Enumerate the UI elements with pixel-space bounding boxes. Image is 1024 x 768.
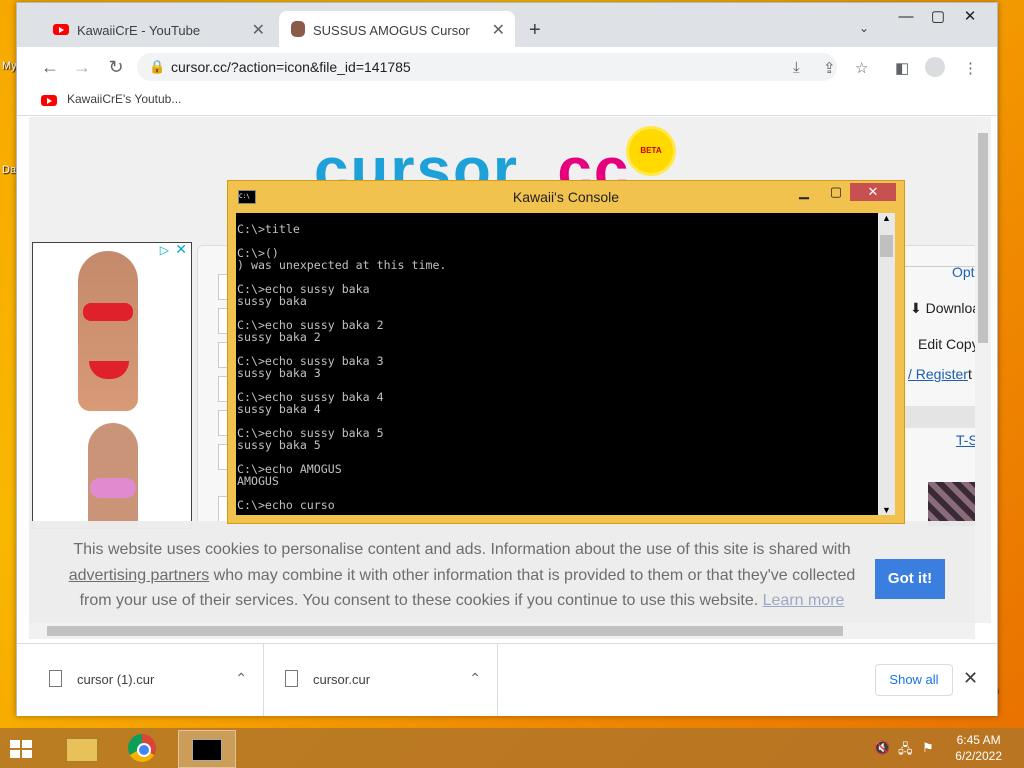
file-icon bbox=[49, 670, 62, 687]
download-item[interactable]: cursor.cur ⌃ bbox=[265, 644, 498, 716]
scroll-thumb[interactable] bbox=[47, 626, 843, 636]
tab-title: KawaiiCrE - YouTube bbox=[77, 23, 201, 38]
clock-date: 6/2/2022 bbox=[955, 749, 1002, 763]
minimize-button[interactable]: — bbox=[889, 3, 923, 31]
download-link[interactable]: ⬇ Downloa bbox=[910, 300, 975, 317]
download-icon[interactable]: ⤓ bbox=[793, 59, 800, 76]
register-link[interactable]: / Register bbox=[908, 366, 968, 382]
console-scrollbar[interactable]: ▲ ▼ bbox=[878, 213, 895, 515]
tshirt-link[interactable]: T-S bbox=[956, 432, 975, 448]
command-prompt-taskbar-icon[interactable] bbox=[178, 730, 236, 768]
downloads-bar: cursor (1).cur ⌃ cursor.cur ⌃ Show all ✕ bbox=[17, 643, 997, 716]
tab-strip: KawaiiCrE - YouTube ✕ SUSSUS AMOGUS Curs… bbox=[17, 3, 997, 47]
advertising-partners-link[interactable]: advertising partners bbox=[69, 567, 210, 584]
bookmark-star-icon[interactable]: ☆ bbox=[855, 59, 868, 77]
tab-title: SUSSUS AMOGUS Cursor bbox=[313, 23, 470, 38]
ad-product-image bbox=[83, 303, 133, 321]
console-titlebar[interactable]: C:\ Kawaii's Console ▁ ▢ ✕ bbox=[228, 181, 904, 211]
scroll-up-icon[interactable]: ▲ bbox=[882, 213, 891, 223]
scroll-down-icon[interactable]: ▼ bbox=[882, 505, 891, 515]
maximize-button[interactable]: ▢ bbox=[921, 3, 955, 31]
tab-youtube[interactable]: KawaiiCrE - YouTube ✕ bbox=[39, 11, 275, 47]
download-filename: cursor (1).cur bbox=[77, 672, 155, 687]
chevron-up-icon[interactable]: ⌃ bbox=[469, 670, 481, 687]
advertisement[interactable]: ▷ ✕ bbox=[32, 241, 192, 529]
cookie-banner: This website uses cookies to personalise… bbox=[29, 521, 975, 623]
action-center-icon[interactable]: ⚑ bbox=[922, 740, 934, 756]
console-window: C:\ Kawaii's Console ▁ ▢ ✕ C:\>title C:\… bbox=[227, 180, 905, 524]
browser-toolbar: ← → ↻ 🔒 cursor.cc/?action=icon&file_id=1… bbox=[17, 47, 997, 87]
show-all-button[interactable]: Show all bbox=[875, 664, 953, 696]
lock-icon[interactable]: 🔒 bbox=[149, 59, 165, 75]
console-output[interactable]: C:\>title C:\>() ) was unexpected at thi… bbox=[236, 213, 878, 515]
chevron-up-icon[interactable]: ⌃ bbox=[235, 670, 247, 687]
beta-badge: BETA bbox=[629, 129, 673, 173]
bookmark-item[interactable]: KawaiiCrE's Youtub... bbox=[67, 92, 181, 106]
url-text: cursor.cc/?action=icon&file_id=141785 bbox=[171, 59, 411, 75]
close-tab-icon[interactable]: ✕ bbox=[492, 20, 505, 40]
site-favicon-icon bbox=[291, 21, 305, 37]
adchoices-icon[interactable]: ▷ bbox=[160, 243, 169, 257]
horizontal-scrollbar[interactable] bbox=[29, 623, 975, 639]
cookie-text: This website uses cookies to personalise… bbox=[73, 541, 851, 558]
console-minimize-button[interactable]: ▁ bbox=[790, 183, 818, 201]
file-icon bbox=[285, 670, 298, 687]
clock-time: 6:45 AM bbox=[956, 733, 1001, 747]
console-close-button[interactable]: ✕ bbox=[850, 183, 896, 201]
download-filename: cursor.cur bbox=[313, 672, 371, 687]
forward-button[interactable]: → bbox=[69, 55, 95, 79]
register-trailing-text: t bbox=[968, 366, 972, 382]
system-clock[interactable]: 6:45 AM 6/2/2022 bbox=[955, 732, 1002, 764]
taskbar: 🔇 🖧 ⚑ 6:45 AM 6/2/2022 bbox=[0, 728, 1024, 768]
ad-model-image bbox=[88, 423, 138, 528]
back-button[interactable]: ← bbox=[37, 55, 63, 79]
new-tab-button[interactable]: + bbox=[529, 19, 541, 42]
share-icon[interactable]: ⇪ bbox=[823, 59, 836, 77]
cursor-preview-image[interactable] bbox=[928, 482, 975, 526]
start-button[interactable] bbox=[8, 738, 38, 760]
close-window-button[interactable]: ✕ bbox=[953, 3, 987, 31]
tab-sussus-amogus[interactable]: SUSSUS AMOGUS Cursor ✕ bbox=[279, 11, 515, 47]
reload-button[interactable]: ↻ bbox=[103, 55, 129, 79]
tab-search-chevron-icon[interactable]: ⌄ bbox=[859, 21, 869, 35]
vertical-scrollbar[interactable] bbox=[975, 117, 991, 623]
scroll-thumb[interactable] bbox=[880, 235, 893, 257]
download-item[interactable]: cursor (1).cur ⌃ bbox=[29, 644, 264, 716]
scroll-thumb[interactable] bbox=[978, 133, 988, 343]
edit-copy-link[interactable]: Edit Copy bbox=[918, 336, 975, 352]
ad-model-image bbox=[78, 251, 138, 411]
youtube-icon bbox=[53, 24, 69, 35]
options-link[interactable]: Opt bbox=[952, 264, 975, 280]
volume-muted-icon[interactable]: 🔇 bbox=[874, 740, 890, 756]
file-explorer-icon[interactable] bbox=[56, 730, 106, 766]
learn-more-link[interactable]: Learn more bbox=[763, 592, 845, 609]
chrome-icon[interactable] bbox=[118, 730, 168, 766]
console-maximize-button[interactable]: ▢ bbox=[822, 183, 850, 201]
address-bar[interactable]: 🔒 cursor.cc/?action=icon&file_id=141785 bbox=[137, 53, 837, 81]
got-it-button[interactable]: Got it! bbox=[875, 559, 945, 599]
network-icon[interactable]: 🖧 bbox=[898, 740, 913, 762]
profile-avatar[interactable] bbox=[925, 57, 945, 77]
console-text: C:\>title C:\>() ) was unexpected at thi… bbox=[237, 222, 447, 512]
close-tab-icon[interactable]: ✕ bbox=[252, 20, 265, 40]
cookie-message: This website uses cookies to personalise… bbox=[57, 537, 867, 614]
close-downloads-icon[interactable]: ✕ bbox=[963, 668, 978, 689]
close-ad-icon[interactable]: ✕ bbox=[175, 241, 187, 258]
desktop-icon-label[interactable]: My bbox=[2, 60, 17, 72]
ad-product-image bbox=[90, 478, 136, 498]
menu-kebab-icon[interactable]: ⋮ bbox=[963, 59, 978, 77]
bookmarks-bar: KawaiiCrE's Youtub... bbox=[17, 87, 997, 116]
side-panel-icon[interactable]: ◧ bbox=[895, 59, 909, 77]
youtube-icon bbox=[41, 95, 57, 106]
